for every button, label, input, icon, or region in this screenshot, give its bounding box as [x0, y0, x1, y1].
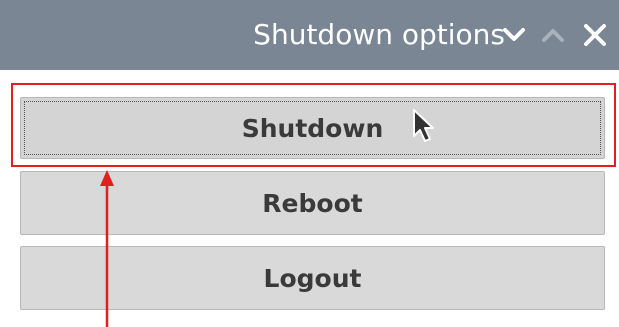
shutdown-button-label: Shutdown [241, 113, 384, 143]
chevron-down-icon [502, 27, 526, 43]
window-title: Shutdown options [253, 18, 505, 51]
minimize-button[interactable] [501, 22, 527, 48]
reboot-button-label: Reboot [262, 188, 363, 218]
reboot-button[interactable]: Reboot [20, 171, 605, 235]
close-icon [583, 23, 607, 47]
close-button[interactable] [582, 22, 608, 48]
logout-button-label: Logout [263, 263, 362, 293]
maximize-button[interactable] [540, 22, 566, 48]
shutdown-options-window: Shutdown options Shutdown Reboot Logout [0, 0, 619, 327]
shutdown-button[interactable]: Shutdown [20, 97, 605, 159]
titlebar: Shutdown options [0, 0, 619, 70]
options-panel: Shutdown Reboot Logout [0, 70, 619, 327]
logout-button[interactable]: Logout [20, 246, 605, 310]
chevron-up-icon [541, 27, 565, 43]
